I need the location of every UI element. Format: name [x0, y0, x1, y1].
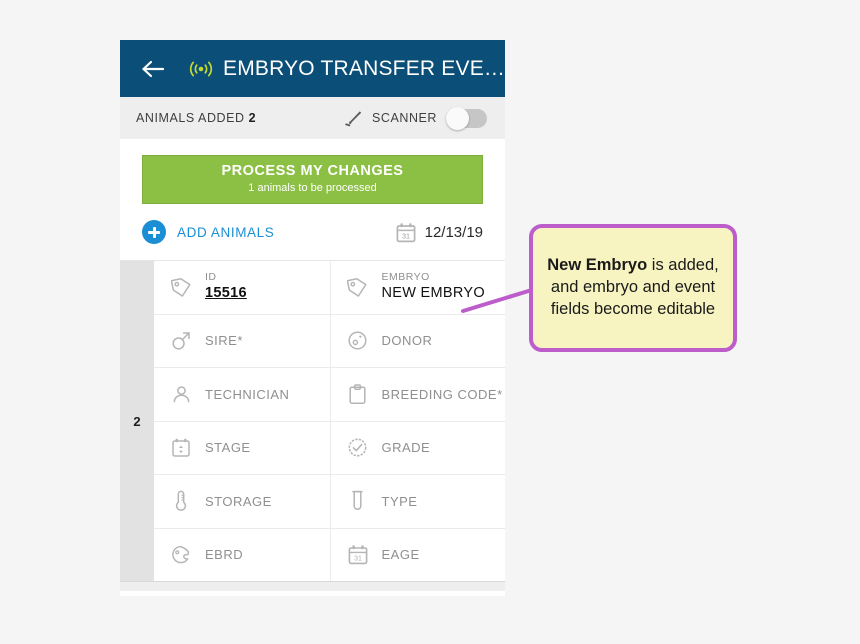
- tag-icon: [347, 276, 369, 298]
- field-label-stage: STAGE: [205, 440, 251, 456]
- add-animals-label: ADD ANIMALS: [177, 224, 275, 240]
- field-label-storage: STORAGE: [205, 493, 272, 509]
- rfid-broadcast-icon: [189, 61, 213, 76]
- male-sign-icon: [170, 330, 192, 352]
- row-number-gutter: 2: [120, 261, 154, 581]
- table-rows: ID 15516 EMBRYO NEW EMBRYO SIRE* DONOR T…: [154, 261, 505, 581]
- scanner-toggle-knob: [446, 106, 469, 130]
- process-my-changes-button[interactable]: PROCESS MY CHANGES 1 animals to be proce…: [142, 155, 483, 204]
- field-cell-id[interactable]: ID 15516: [154, 261, 330, 314]
- scanner-wand-icon: [345, 110, 362, 126]
- field-label-technician: TECHNICIAN: [205, 386, 290, 402]
- field-label-donor: DONOR: [381, 333, 433, 349]
- annotation-text: New Embryo is added, and embryo and even…: [533, 255, 733, 321]
- field-label-breeding-code: BREEDING CODE*: [381, 386, 503, 402]
- calendar-icon: 31: [396, 222, 416, 242]
- field-cell-eage[interactable]: 31 EAGE: [329, 528, 506, 581]
- person-icon: [170, 383, 192, 405]
- field-cell-donor[interactable]: DONOR: [329, 314, 506, 367]
- app-bar-title-group: EMBRYO TRANSFER EVE…: [188, 57, 505, 81]
- test-tube-icon: [347, 490, 369, 512]
- animals-added-count: 2: [248, 111, 257, 125]
- field-cell-embryo[interactable]: EMBRYO NEW EMBRYO: [329, 261, 506, 314]
- process-button-title: PROCESS MY CHANGES: [221, 163, 404, 180]
- scanner-label: SCANNER: [372, 111, 437, 125]
- field-label-sire: SIRE*: [205, 333, 243, 349]
- thermometer-icon: [170, 490, 192, 512]
- field-cell-sire[interactable]: SIRE*: [154, 315, 330, 368]
- field-label-type: TYPE: [381, 493, 418, 509]
- app-bar: EMBRYO TRANSFER EVE…: [120, 40, 505, 97]
- annotation-bold-text: New Embryo: [547, 256, 648, 275]
- table-row: STAGE GRADE: [154, 421, 506, 475]
- oocyte-icon: [347, 330, 369, 352]
- animals-added-label: ANIMALS ADDED: [136, 111, 245, 125]
- annotation-callout: New Embryo is added, and embryo and even…: [529, 224, 737, 352]
- field-value-embryo: NEW EMBRYO: [381, 285, 485, 302]
- field-label-eage: EAGE: [381, 547, 420, 563]
- check-badge-icon: [347, 437, 369, 459]
- field-label-grade: GRADE: [381, 440, 431, 456]
- field-text-embryo: EMBRYO NEW EMBRYO: [382, 271, 485, 303]
- scanner-control-group: SCANNER: [344, 106, 487, 130]
- table-row: ID 15516 EMBRYO NEW EMBRYO: [154, 261, 505, 315]
- back-button[interactable]: [136, 52, 170, 86]
- field-label-id: ID: [205, 271, 217, 284]
- action-area: PROCESS MY CHANGES 1 animals to be proce…: [120, 139, 505, 260]
- plus-circle-icon: [142, 220, 166, 244]
- field-cell-grade[interactable]: GRADE: [329, 421, 506, 474]
- event-date-picker[interactable]: 31 12/13/19: [396, 222, 483, 243]
- field-cell-type[interactable]: TYPE: [329, 475, 506, 528]
- field-label-ebrd: EBRD: [205, 547, 244, 563]
- animal-fields-table: 2 ID 15516 EMBRYO NEW EMBRYO SIRE* DONOR…: [120, 260, 505, 581]
- field-value-id: 15516: [205, 285, 247, 302]
- field-cell-ebrd[interactable]: EBRD: [154, 529, 330, 582]
- app-screen: EMBRYO TRANSFER EVE… ANIMALS ADDED 2 SCA…: [120, 40, 505, 596]
- table-row: EBRD 31 EAGE: [154, 528, 506, 582]
- field-cell-stage[interactable]: STAGE: [154, 422, 330, 475]
- add-and-date-row: ADD ANIMALS 31 12/13/19: [142, 204, 483, 260]
- table-row: TECHNICIAN BREEDING CODE*: [154, 368, 505, 422]
- event-date-value: 12/13/19: [424, 223, 483, 241]
- page-title: EMBRYO TRANSFER EVE…: [223, 56, 505, 80]
- animals-added-status: ANIMALS ADDED 2: [136, 111, 256, 125]
- table-row: SIRE* DONOR: [154, 314, 506, 368]
- tag-icon: [170, 276, 192, 298]
- add-animals-button[interactable]: ADD ANIMALS: [142, 220, 274, 244]
- row-number: 2: [133, 413, 141, 429]
- clipboard-icon: [347, 383, 369, 405]
- field-cell-breeding-code[interactable]: BREEDING CODE*: [329, 368, 506, 421]
- scanner-bar: ANIMALS ADDED 2 SCANNER: [120, 97, 505, 139]
- scanner-toggle[interactable]: [446, 106, 487, 130]
- field-cell-storage[interactable]: STORAGE: [154, 475, 330, 528]
- calendar-icon: 31: [347, 544, 369, 566]
- table-footer-strip: [120, 581, 505, 591]
- calendar-icon-day: 31: [354, 556, 362, 563]
- field-cell-technician[interactable]: TECHNICIAN: [154, 368, 330, 421]
- stage-box-icon: [170, 437, 192, 459]
- table-row: STORAGE TYPE: [154, 475, 505, 529]
- process-button-subtitle: 1 animals to be processed: [248, 182, 377, 195]
- calendar-icon-day: 31: [402, 231, 410, 240]
- arrow-left-icon: [142, 60, 165, 77]
- embryo-icon: [170, 544, 192, 566]
- field-label-embryo: EMBRYO: [381, 271, 430, 284]
- field-text-id: ID 15516: [205, 271, 247, 303]
